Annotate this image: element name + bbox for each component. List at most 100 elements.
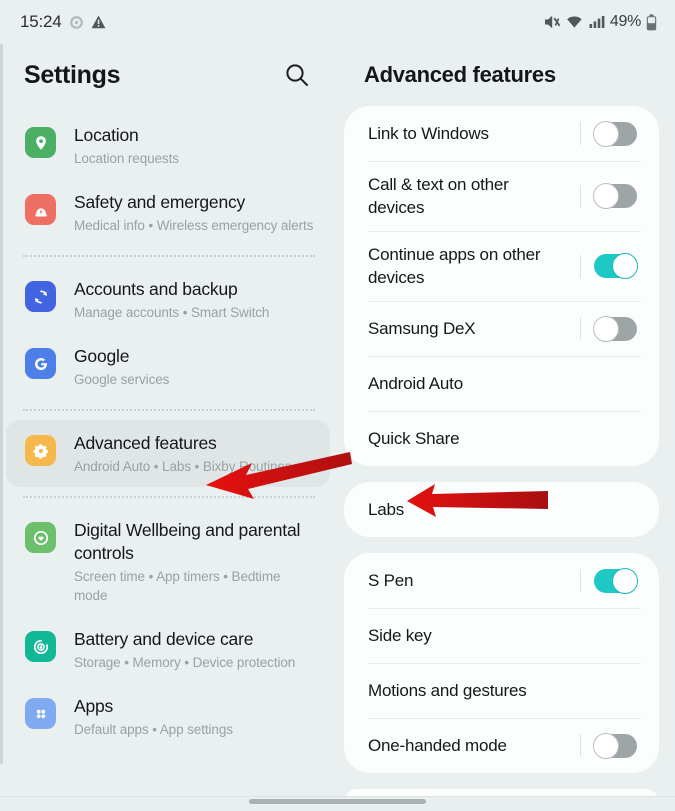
sidebar-item-accounts-and-backup[interactable]: Accounts and backup Manage accounts • Sm… [6, 266, 330, 333]
pref-one-handed-mode[interactable]: One-handed mode [344, 718, 659, 773]
sidebar-item-sublabel: Manage accounts • Smart Switch [74, 305, 270, 320]
sidebar-item-sublabel: Location requests [74, 151, 179, 166]
toggle-area[interactable] [580, 183, 637, 209]
sidebar-item-advanced-features[interactable]: Advanced features Android Auto • Labs • … [6, 420, 330, 487]
toggle-knob [593, 120, 619, 147]
sidebar-item-apps[interactable]: Apps Default apps • App settings [6, 683, 330, 750]
sidebar-item-digital-wellbeing[interactable]: Digital Wellbeing and parental controls … [6, 507, 330, 616]
sidebar-item-text: Location Location requests [74, 123, 179, 168]
left-scroll-indicator[interactable] [0, 44, 3, 764]
preference-card-group-1: Link to Windows Call & text on other dev… [344, 106, 659, 466]
sidebar-item-label: Apps [74, 696, 114, 716]
sidebar-item-google[interactable]: Google Google services [6, 333, 330, 400]
phone-screen: 15:24 49% Settings Location Location req… [0, 0, 675, 811]
toggle-divider [580, 122, 581, 145]
sidebar-item-text: Advanced features Android Auto • Labs • … [74, 431, 292, 476]
pref-label: Labs [368, 500, 405, 519]
toggle-switch-on[interactable] [594, 567, 638, 594]
sidebar-item-text: Digital Wellbeing and parental controls … [74, 518, 316, 605]
toggle-knob [612, 253, 638, 279]
sidebar-item-sublabel: Medical info • Wireless emergency alerts [74, 218, 314, 233]
toggle-divider [580, 254, 581, 278]
toggle-area[interactable] [580, 732, 637, 759]
toggle-switch-off[interactable] [593, 732, 637, 759]
pref-label: Quick Share [368, 429, 460, 448]
warning-triangle-icon [91, 15, 106, 29]
settings-list-pane: Settings Location Location requests Safe… [0, 44, 336, 811]
pref-call-and-text-on-other-devices[interactable]: Call & text on other devices [344, 161, 659, 231]
sidebar-item-label: Location [74, 125, 139, 145]
status-bar-left: 15:24 [20, 12, 106, 32]
preference-card-group-3: S Pen Side key Motions and gestures One-… [344, 553, 659, 773]
detail-header: Advanced features [336, 44, 675, 106]
toggle-area[interactable] [580, 120, 637, 147]
toggle-knob [593, 732, 619, 759]
emergency-siren-icon [25, 194, 56, 225]
pref-labs[interactable]: Labs [344, 482, 659, 537]
toggle-divider [580, 569, 581, 592]
pref-label: Continue apps on other devices [368, 245, 541, 287]
toggle-area[interactable] [580, 253, 638, 279]
sidebar-item-text: Apps Default apps • App settings [74, 694, 233, 739]
battery-icon [646, 13, 657, 31]
sidebar-item-sublabel: Storage • Memory • Device protection [74, 655, 296, 670]
divider [23, 496, 315, 498]
toggle-switch-on[interactable] [594, 253, 638, 279]
home-indicator[interactable] [249, 799, 426, 804]
system-nav-bar [0, 796, 675, 811]
device-care-icon [25, 631, 56, 662]
pref-samsung-dex[interactable]: Samsung DeX [344, 301, 659, 356]
pref-label: Motions and gestures [368, 681, 527, 700]
sidebar-item-battery-and-device-care[interactable]: Battery and device care Storage • Memory… [6, 616, 330, 683]
settings-split-view: Settings Location Location requests Safe… [0, 44, 675, 811]
sidebar-item-safety-and-emergency[interactable]: Safety and emergency Medical info • Wire… [6, 179, 330, 246]
toggle-divider [580, 317, 581, 340]
mute-icon [543, 14, 561, 30]
detail-page-title: Advanced features [364, 62, 556, 87]
status-bar-right: 49% [543, 13, 657, 31]
pref-label: Link to Windows [368, 124, 489, 143]
pref-label: Side key [368, 626, 432, 645]
pref-link-to-windows[interactable]: Link to Windows [344, 106, 659, 161]
toggle-switch-off[interactable] [593, 120, 637, 147]
pref-label: Call & text on other devices [368, 175, 509, 217]
page-title: Settings [24, 60, 121, 89]
sidebar-item-sublabel: Google services [74, 372, 170, 387]
sidebar-item-label: Accounts and backup [74, 279, 238, 299]
pref-side-key[interactable]: Side key [344, 608, 659, 663]
pref-label: Android Auto [368, 374, 463, 393]
settings-nav-list: Location Location requests Safety and em… [0, 106, 336, 750]
toggle-switch-off[interactable] [593, 315, 637, 342]
sidebar-item-label: Advanced features [74, 433, 217, 453]
sidebar-item-label: Battery and device care [74, 629, 254, 649]
sidebar-item-text: Google Google services [74, 344, 169, 389]
toggle-divider [580, 184, 581, 208]
toggle-divider [580, 734, 581, 757]
pref-s-pen[interactable]: S Pen [344, 553, 659, 608]
signal-bars-icon [589, 14, 605, 30]
sidebar-item-text: Battery and device care Storage • Memory… [74, 627, 295, 672]
toggle-area[interactable] [580, 567, 638, 594]
pref-label: Samsung DeX [368, 319, 476, 338]
preference-card-group-2: Labs [344, 482, 659, 537]
advanced-features-pane: Advanced features Link to Windows Call &… [336, 44, 675, 811]
sidebar-item-location[interactable]: Location Location requests [6, 112, 330, 179]
toggle-area[interactable] [580, 315, 637, 342]
apps-grid-icon [25, 698, 56, 729]
wifi-icon [566, 14, 584, 30]
advanced-gear-icon [25, 435, 56, 466]
pref-quick-share[interactable]: Quick Share [344, 411, 659, 466]
wellbeing-heart-icon [25, 522, 56, 553]
search-icon[interactable] [280, 58, 314, 92]
pref-motions-and-gestures[interactable]: Motions and gestures [344, 663, 659, 718]
location-pin-icon [25, 127, 56, 158]
status-clock: 15:24 [20, 12, 62, 31]
sidebar-item-text: Accounts and backup Manage accounts • Sm… [74, 277, 269, 322]
toggle-knob [612, 567, 638, 594]
pref-continue-apps-on-other-devices[interactable]: Continue apps on other devices [344, 231, 659, 301]
status-bar: 15:24 49% [0, 0, 675, 44]
settings-header: Settings [0, 44, 336, 106]
toggle-switch-off[interactable] [593, 183, 637, 209]
google-g-icon [25, 348, 56, 379]
pref-android-auto[interactable]: Android Auto [344, 356, 659, 411]
